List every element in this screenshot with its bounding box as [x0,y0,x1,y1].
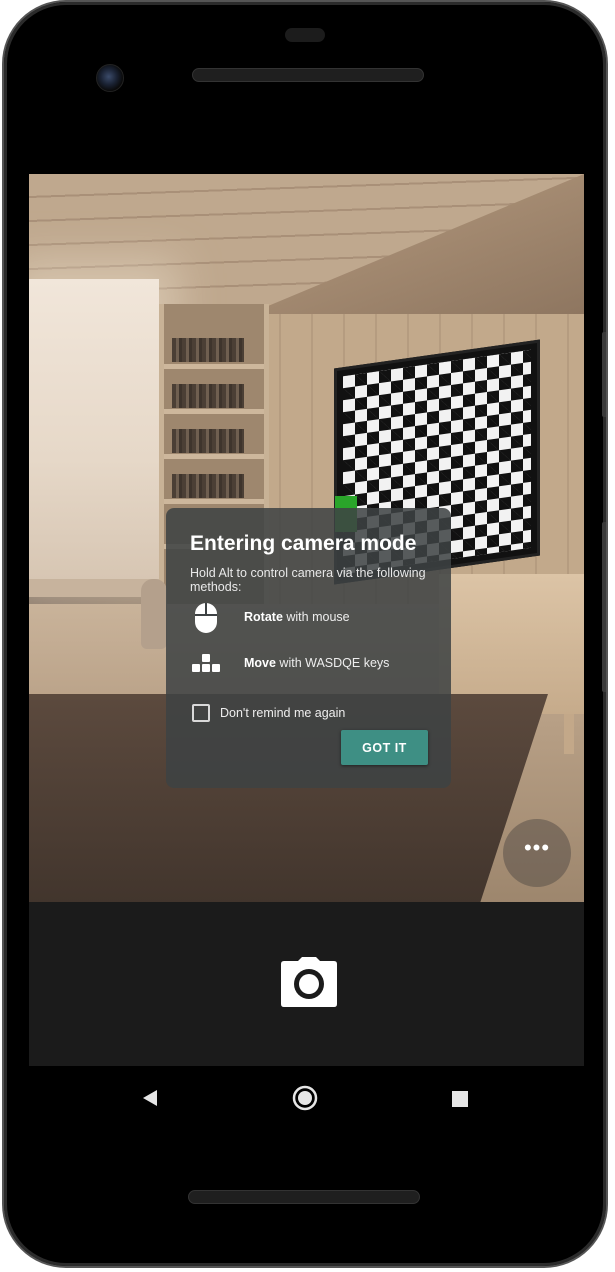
power-button [602,522,606,692]
scene-cat [141,579,167,649]
keys-icon [192,654,220,672]
system-nav-bar [4,1066,606,1136]
3d-viewport[interactable]: Entering camera mode Hold Alt to control… [29,174,584,902]
books [172,429,244,453]
dialog-subtitle: Hold Alt to control camera via the follo… [190,566,426,594]
more-options-button[interactable]: ••• [503,819,571,887]
app-screen: Entering camera mode Hold Alt to control… [29,174,584,1066]
method-move: Move with WASDQE keys [190,648,440,680]
top-speaker [192,68,424,82]
shelf-board [164,499,264,504]
front-camera-icon [96,64,124,92]
books [172,474,244,498]
method-detail: with mouse [282,610,350,624]
scene-window [29,279,159,579]
cabinet-leg [564,714,574,754]
method-detail: with WASDQE keys [275,656,390,670]
mouse-icon [195,603,217,633]
dialog-title: Entering camera mode [190,532,417,555]
got-it-button[interactable]: GOT IT [341,730,428,765]
books [172,384,244,408]
remind-checkbox[interactable] [192,704,210,722]
books [172,338,244,362]
back-triangle-icon[interactable] [140,1088,160,1108]
bottom-speaker [188,1190,420,1204]
method-action: Move [244,656,276,670]
home-circle-icon[interactable] [292,1085,318,1111]
camera-icon[interactable] [281,957,337,1007]
recents-square-icon[interactable] [451,1090,469,1108]
volume-button [602,332,606,417]
remind-row[interactable]: Don't remind me again [192,704,432,724]
scene-tv-cabinet [439,574,584,714]
earpiece [285,28,325,42]
method-rotate-text: Rotate with mouse [244,610,350,624]
method-rotate: Rotate with mouse [190,602,440,634]
shelf-board [164,454,264,459]
phone-frame: Entering camera mode Hold Alt to control… [4,2,606,1266]
shelf-board [164,364,264,369]
method-action: Rotate [244,610,283,624]
camera-mode-dialog: Entering camera mode Hold Alt to control… [166,508,451,788]
remind-label[interactable]: Don't remind me again [220,706,345,720]
shelf-board [164,409,264,414]
method-move-text: Move with WASDQE keys [244,656,389,670]
